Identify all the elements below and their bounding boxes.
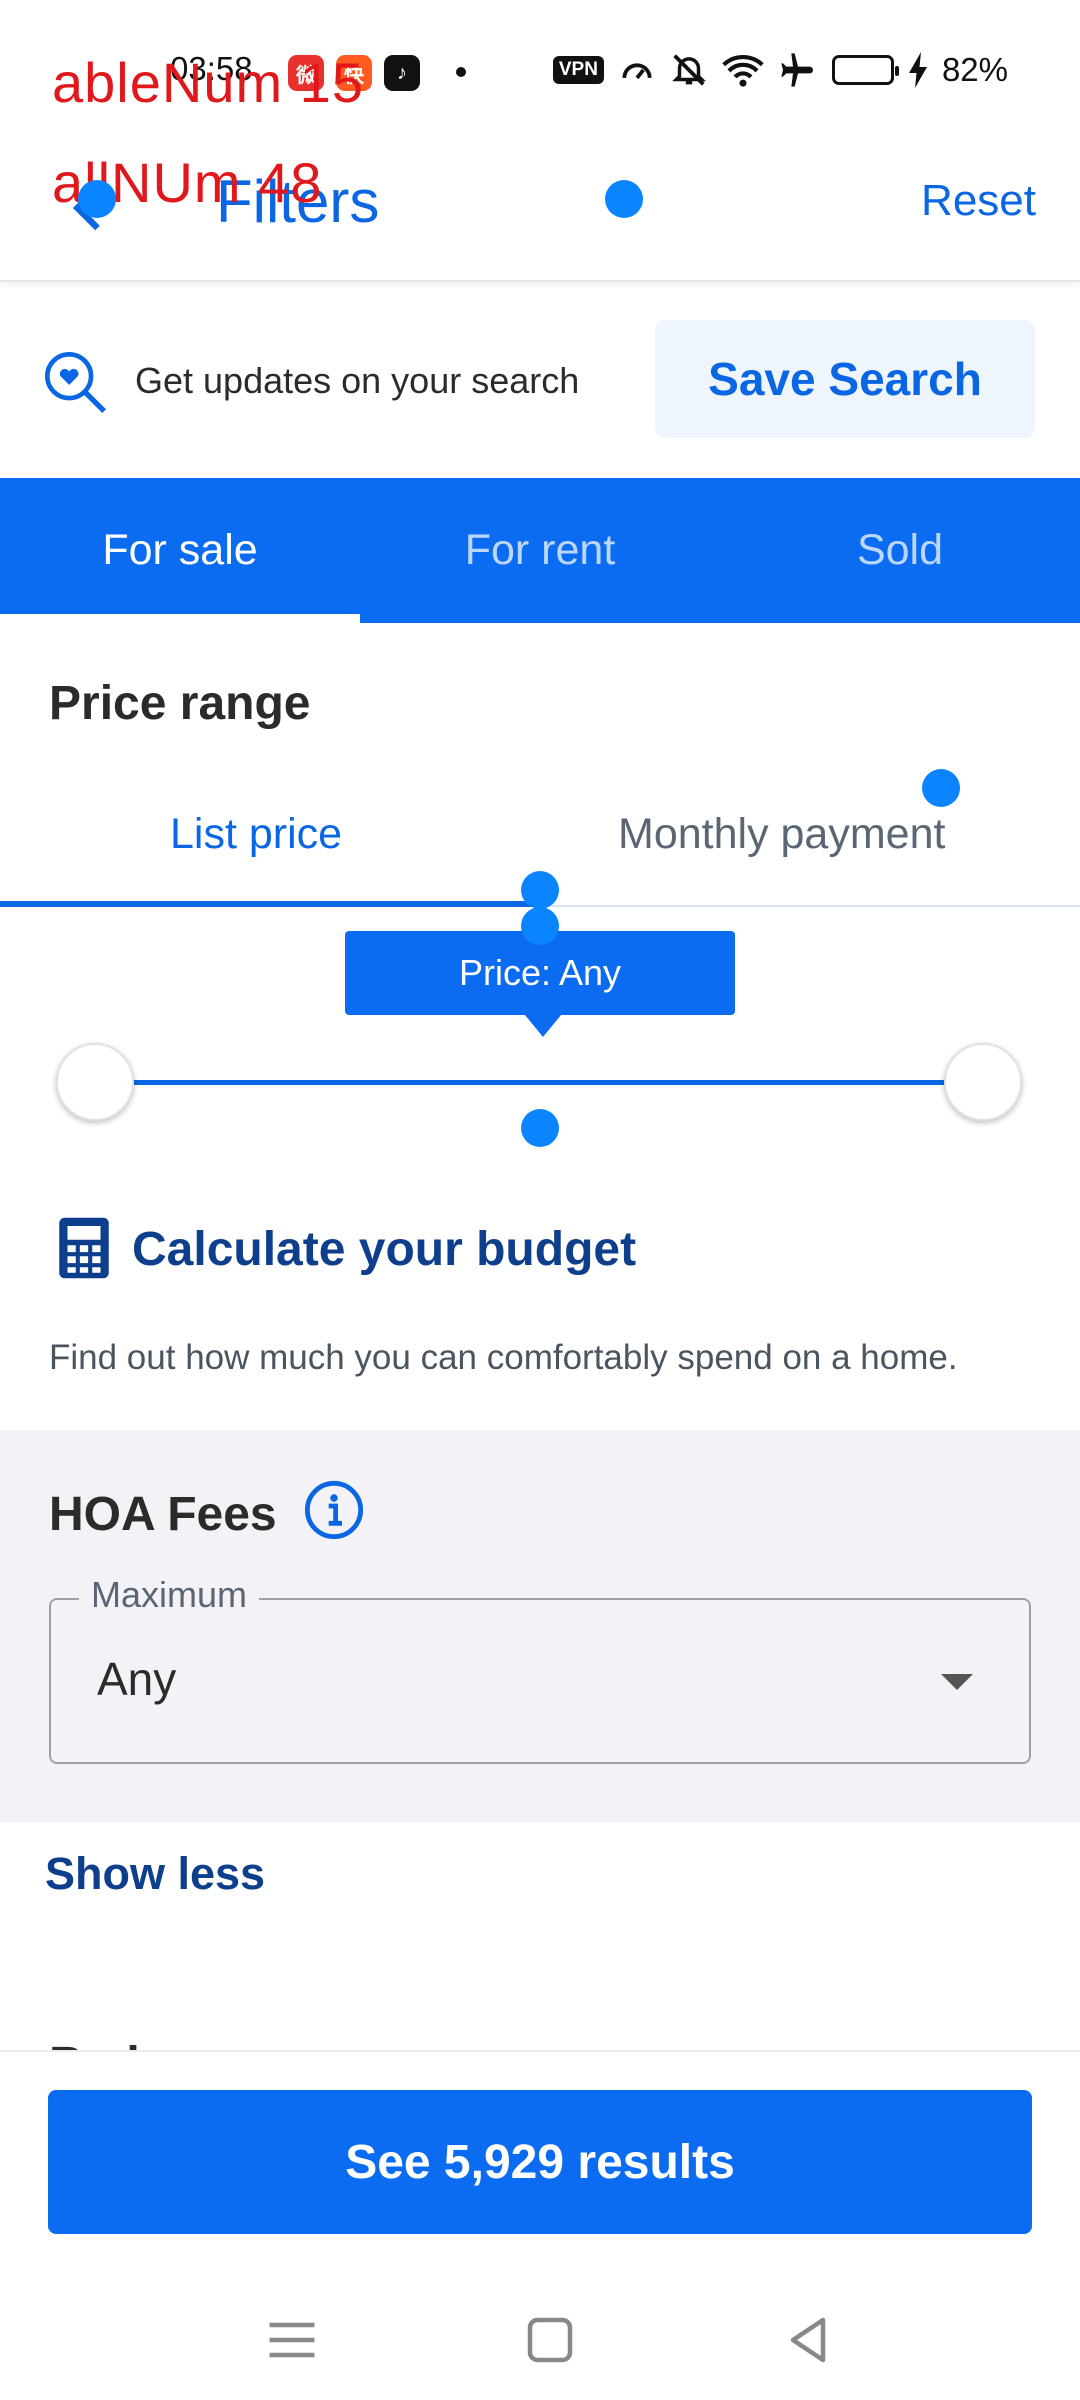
price-slider-max-handle[interactable] xyxy=(944,1043,1022,1121)
speed-icon xyxy=(622,63,652,80)
back-triangle-icon[interactable] xyxy=(778,2310,838,2370)
touch-point-marker xyxy=(922,769,960,807)
reset-button[interactable]: Reset xyxy=(921,176,1036,226)
system-icons: VPN 82% xyxy=(552,50,1008,90)
mute-icon xyxy=(672,54,706,86)
active-tab-indicator xyxy=(0,901,540,907)
battery-icon xyxy=(831,55,899,85)
calculate-budget-link[interactable]: Calculate your budget xyxy=(132,1222,636,1277)
info-icon[interactable] xyxy=(302,1478,366,1542)
tab-monthly-payment[interactable]: Monthly payment xyxy=(618,810,945,859)
hoa-fees-section: HOA Fees Maximum Any xyxy=(0,1430,1080,1822)
charging-icon xyxy=(908,52,927,88)
battery-percent: 82% xyxy=(941,51,1008,88)
results-footer: See 5,929 results xyxy=(0,2052,1080,2252)
home-icon[interactable] xyxy=(520,2310,580,2370)
hoa-maximum-label: Maximum xyxy=(79,1574,260,1616)
price-range-title: Price range xyxy=(49,677,311,730)
tab-sold[interactable]: Sold xyxy=(720,478,1080,623)
save-search-text: Get updates on your search xyxy=(135,360,580,401)
price-slider-min-handle[interactable] xyxy=(56,1043,134,1121)
save-search-row: Get updates on your search Save Search xyxy=(0,300,1080,470)
search-heart-icon xyxy=(44,351,107,414)
hoa-maximum-value: Any xyxy=(97,1653,177,1705)
tab-for-sale[interactable]: For sale xyxy=(0,478,360,623)
listing-type-tabs: For sale For rent Sold xyxy=(0,478,1080,623)
price-slider-track[interactable] xyxy=(96,1080,986,1085)
wifi-icon xyxy=(722,54,764,87)
save-search-button[interactable]: Save Search xyxy=(655,320,1035,438)
overlay-label-1: ableNum 15 xyxy=(52,51,364,114)
tab-for-rent[interactable]: For rent xyxy=(360,478,720,623)
airplane-icon xyxy=(781,53,813,87)
touch-point-marker xyxy=(521,871,559,909)
notification-dot-icon xyxy=(456,67,466,77)
tab-list-price[interactable]: List price xyxy=(170,810,342,859)
system-nav-bar xyxy=(0,2260,1080,2400)
hoa-maximum-select[interactable]: Maximum Any xyxy=(49,1574,1031,1764)
show-less-link[interactable]: Show less xyxy=(45,1848,265,1900)
vpn-icon: VPN xyxy=(552,56,604,84)
menu-icon[interactable] xyxy=(262,2310,322,2370)
touch-point-marker xyxy=(521,907,559,945)
dropdown-caret-icon xyxy=(941,1674,973,1690)
hoa-fees-title: HOA Fees xyxy=(49,1488,277,1541)
music-app-icon: ♪ xyxy=(384,55,420,91)
touch-point-marker xyxy=(605,180,643,218)
touch-point-marker xyxy=(78,180,116,218)
calculator-icon[interactable] xyxy=(55,1215,113,1281)
touch-point-marker xyxy=(521,1109,559,1147)
see-results-button[interactable]: See 5,929 results xyxy=(48,2090,1032,2234)
budget-description: Find out how much you can comfortably sp… xyxy=(49,1338,958,1377)
